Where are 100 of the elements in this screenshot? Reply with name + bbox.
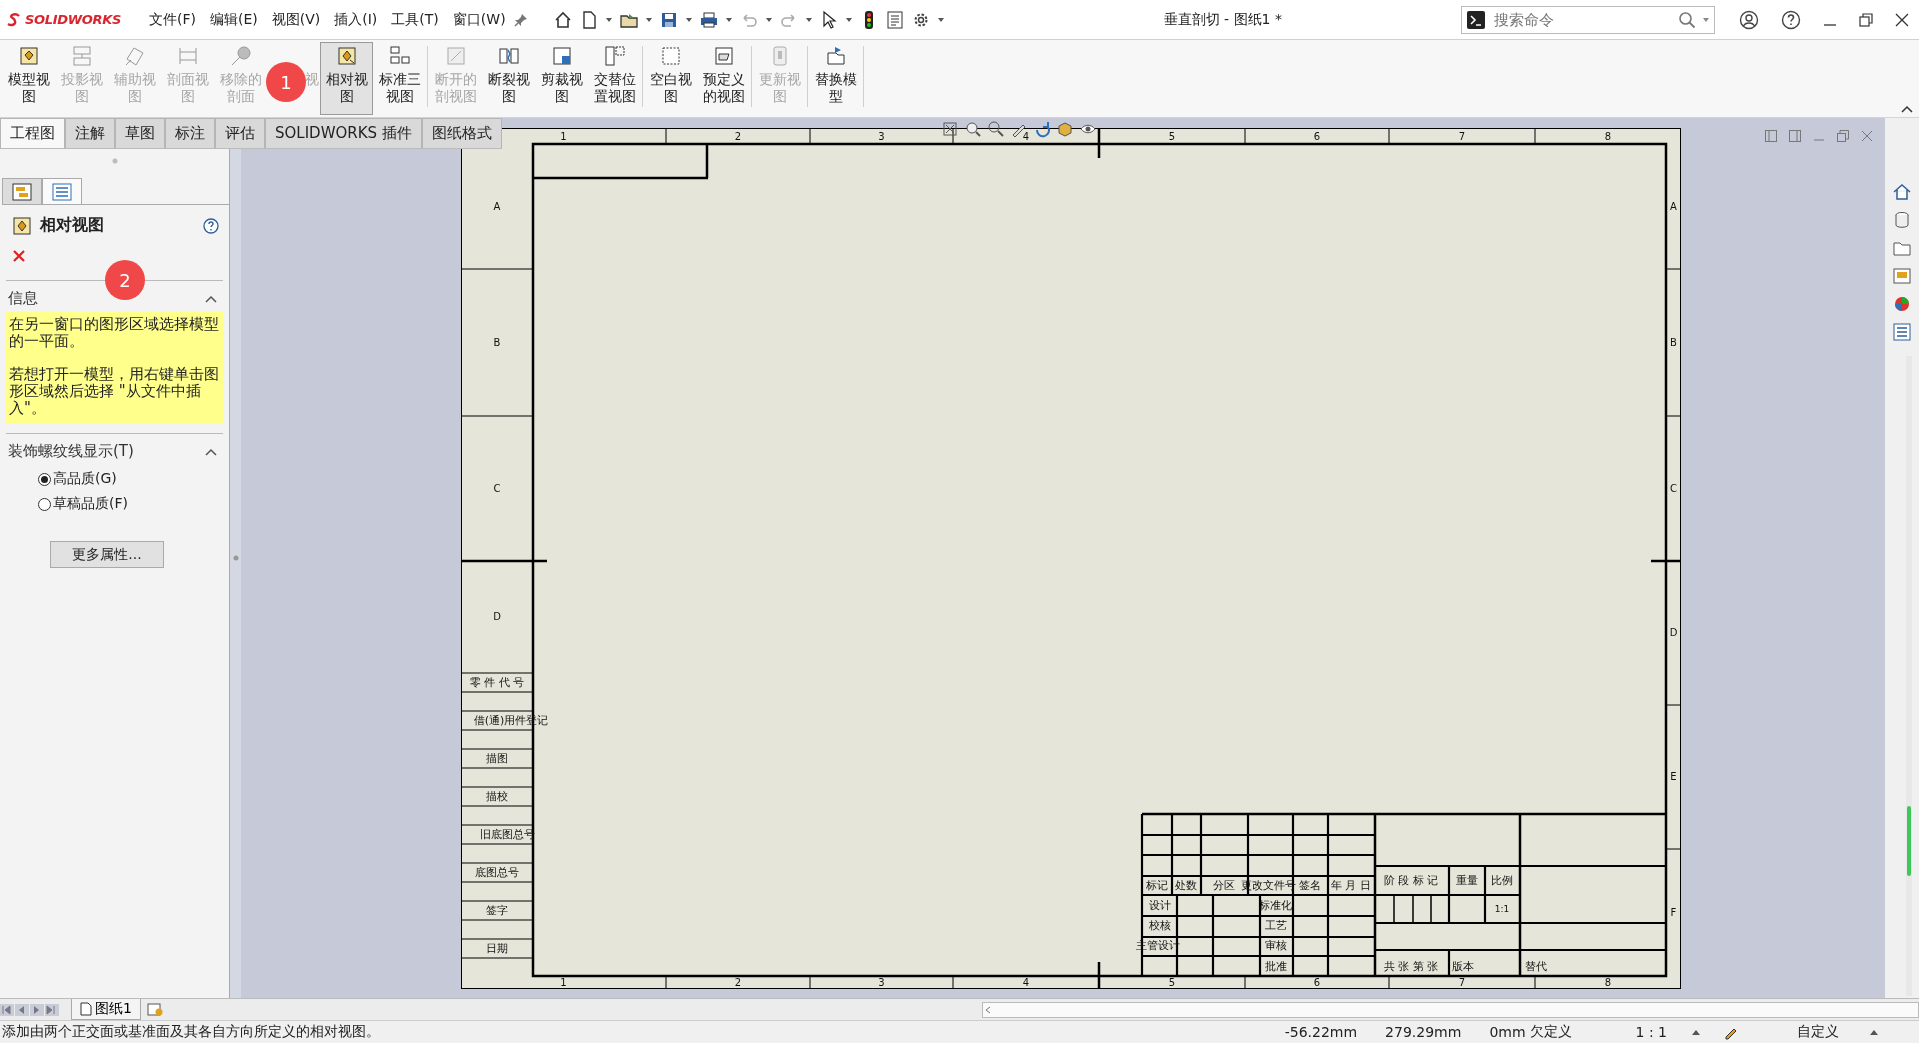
command-tab[interactable]: 注解 xyxy=(65,118,115,148)
ribbon-button[interactable]: 模型视图 xyxy=(2,42,55,115)
search-box[interactable]: 搜索命令 xyxy=(1461,5,1715,34)
strip-label: 底图总号 xyxy=(475,866,519,879)
title-block-label: 年 月 日 xyxy=(1331,879,1371,891)
property-list-icon xyxy=(52,182,72,201)
panel-title: 相对视图 xyxy=(40,215,105,236)
arrow-icon xyxy=(0,1003,14,1016)
caret-icon[interactable] xyxy=(684,16,693,23)
ribbon-button[interactable]: 空白视图 xyxy=(644,42,697,115)
drawing-view-icon xyxy=(388,45,411,67)
radio-button[interactable] xyxy=(38,472,51,486)
ribbon-button[interactable]: 断裂视图 xyxy=(482,42,535,115)
caret-icon[interactable] xyxy=(804,16,813,23)
tile-right-icon[interactable] xyxy=(1789,130,1801,142)
expand-up-icon[interactable] xyxy=(1691,1028,1701,1036)
window-title: 垂直剖切 - 图纸1 * xyxy=(1162,10,1283,29)
restore-icon[interactable] xyxy=(1859,12,1873,27)
sheet-nav-button[interactable] xyxy=(15,1003,29,1016)
ribbon-button[interactable]: 剪裁视图 xyxy=(535,42,588,115)
expand-up-icon[interactable] xyxy=(1869,1028,1879,1036)
help-icon[interactable] xyxy=(203,217,219,234)
handle-icon[interactable] xyxy=(111,158,118,164)
view-palette-icon[interactable] xyxy=(1892,266,1912,286)
command-tab[interactable]: 图纸格式 xyxy=(421,118,502,148)
sheet-scale[interactable]: 1 : 1 xyxy=(1635,1024,1667,1040)
drawing-view-icon xyxy=(603,45,626,67)
print-icon[interactable] xyxy=(698,9,719,30)
drawing-view-icon xyxy=(123,45,146,67)
radio-button[interactable] xyxy=(38,497,51,511)
scroll-left-icon[interactable] xyxy=(983,1004,993,1015)
splitter-handle-icon[interactable] xyxy=(232,555,239,561)
caret-icon[interactable] xyxy=(724,16,733,23)
title-block-label: 重量 xyxy=(1456,874,1478,886)
zone-label: B xyxy=(493,336,501,348)
caret-icon[interactable] xyxy=(936,16,945,23)
zone-label: 2 xyxy=(734,131,742,142)
close-icon[interactable] xyxy=(1895,12,1909,27)
ribbon-button[interactable]: 预定义的视图 xyxy=(697,42,750,115)
title-block-label: 校核 xyxy=(1149,919,1171,931)
strip-label: 零 件 代 号 xyxy=(469,676,525,689)
pin-icon[interactable] xyxy=(512,11,529,28)
caret-icon[interactable] xyxy=(1702,16,1710,23)
zoom-to-fit-icon[interactable] xyxy=(941,120,959,138)
database-icon[interactable] xyxy=(1892,210,1912,230)
zone-label: 7 xyxy=(1458,131,1466,142)
zone-label: 1 xyxy=(560,131,567,142)
sheet-tab[interactable]: 图纸1 xyxy=(71,999,141,1020)
menu-item[interactable]: 插入(I) xyxy=(327,10,385,29)
command-tab[interactable]: 草图 xyxy=(115,118,165,148)
custom-properties-icon[interactable] xyxy=(1892,322,1912,342)
menu-item[interactable]: 视图(V) xyxy=(264,10,328,29)
ribbon-button[interactable]: 替换模型 xyxy=(809,42,862,115)
cube-icon[interactable] xyxy=(1056,120,1074,138)
command-tab[interactable]: 标注 xyxy=(165,118,215,148)
menu-item[interactable]: 窗口(W) xyxy=(445,10,513,29)
more-properties-button[interactable]: 更多属性... xyxy=(50,541,164,568)
user-icon[interactable] xyxy=(1739,9,1759,30)
add-sheet-icon[interactable] xyxy=(146,1002,163,1017)
sheet-nav-button[interactable] xyxy=(45,1003,59,1016)
collapse-icon[interactable] xyxy=(205,294,217,303)
caret-icon[interactable] xyxy=(844,16,853,23)
cancel-icon[interactable] xyxy=(13,250,25,262)
command-tab[interactable]: SOLIDWORKS 插件 xyxy=(265,118,422,148)
appearance-icon[interactable] xyxy=(1892,294,1912,314)
panel-tab[interactable] xyxy=(42,178,82,204)
ribbon-button[interactable]: 相对视图 xyxy=(320,42,373,115)
collapse-icon[interactable] xyxy=(205,447,217,456)
drawing-view-icon xyxy=(659,45,682,67)
zone-label: 5 xyxy=(1168,131,1176,142)
magnifier-icon[interactable] xyxy=(987,120,1005,138)
menu-item[interactable]: 工具(T) xyxy=(384,10,446,29)
caret-icon[interactable] xyxy=(644,16,653,23)
strip-label: 描校 xyxy=(486,790,508,803)
command-tab[interactable]: 工程图 xyxy=(0,118,65,148)
collapse-icon[interactable] xyxy=(1901,105,1913,113)
ribbon-button[interactable]: 交替位置视图 xyxy=(588,42,641,115)
unit-system[interactable]: 自定义 xyxy=(1797,1023,1839,1041)
sketch-status: 欠定义 xyxy=(1529,1023,1572,1041)
ribbon-button[interactable]: 标准三视图 xyxy=(373,42,426,115)
title-block-label: 签名 xyxy=(1299,879,1321,891)
menu-item[interactable]: 编辑(E) xyxy=(203,10,265,29)
panel-tab[interactable] xyxy=(2,178,42,204)
section-title: 装饰螺纹线显示(T) xyxy=(8,442,134,461)
help-icon[interactable] xyxy=(1781,9,1801,30)
zoom-area-icon[interactable] xyxy=(964,120,982,138)
sheet-nav-button[interactable] xyxy=(0,1003,14,1016)
tile-left-icon[interactable] xyxy=(1765,130,1777,142)
search-icon[interactable] xyxy=(1678,10,1696,29)
drawing-view-icon xyxy=(824,45,847,67)
search-field[interactable]: 搜索命令 xyxy=(1492,9,1672,30)
caret-icon[interactable] xyxy=(604,16,613,23)
command-tab[interactable]: 评估 xyxy=(215,118,265,148)
menu-item[interactable]: 文件(F) xyxy=(142,10,203,29)
properties-icon[interactable] xyxy=(884,9,905,30)
sheet-nav-button[interactable] xyxy=(30,1003,44,1016)
command-prompt-icon xyxy=(1466,9,1486,30)
home-icon[interactable] xyxy=(1892,182,1912,202)
caret-icon[interactable] xyxy=(764,16,773,23)
rotate-icon[interactable] xyxy=(1033,120,1051,138)
